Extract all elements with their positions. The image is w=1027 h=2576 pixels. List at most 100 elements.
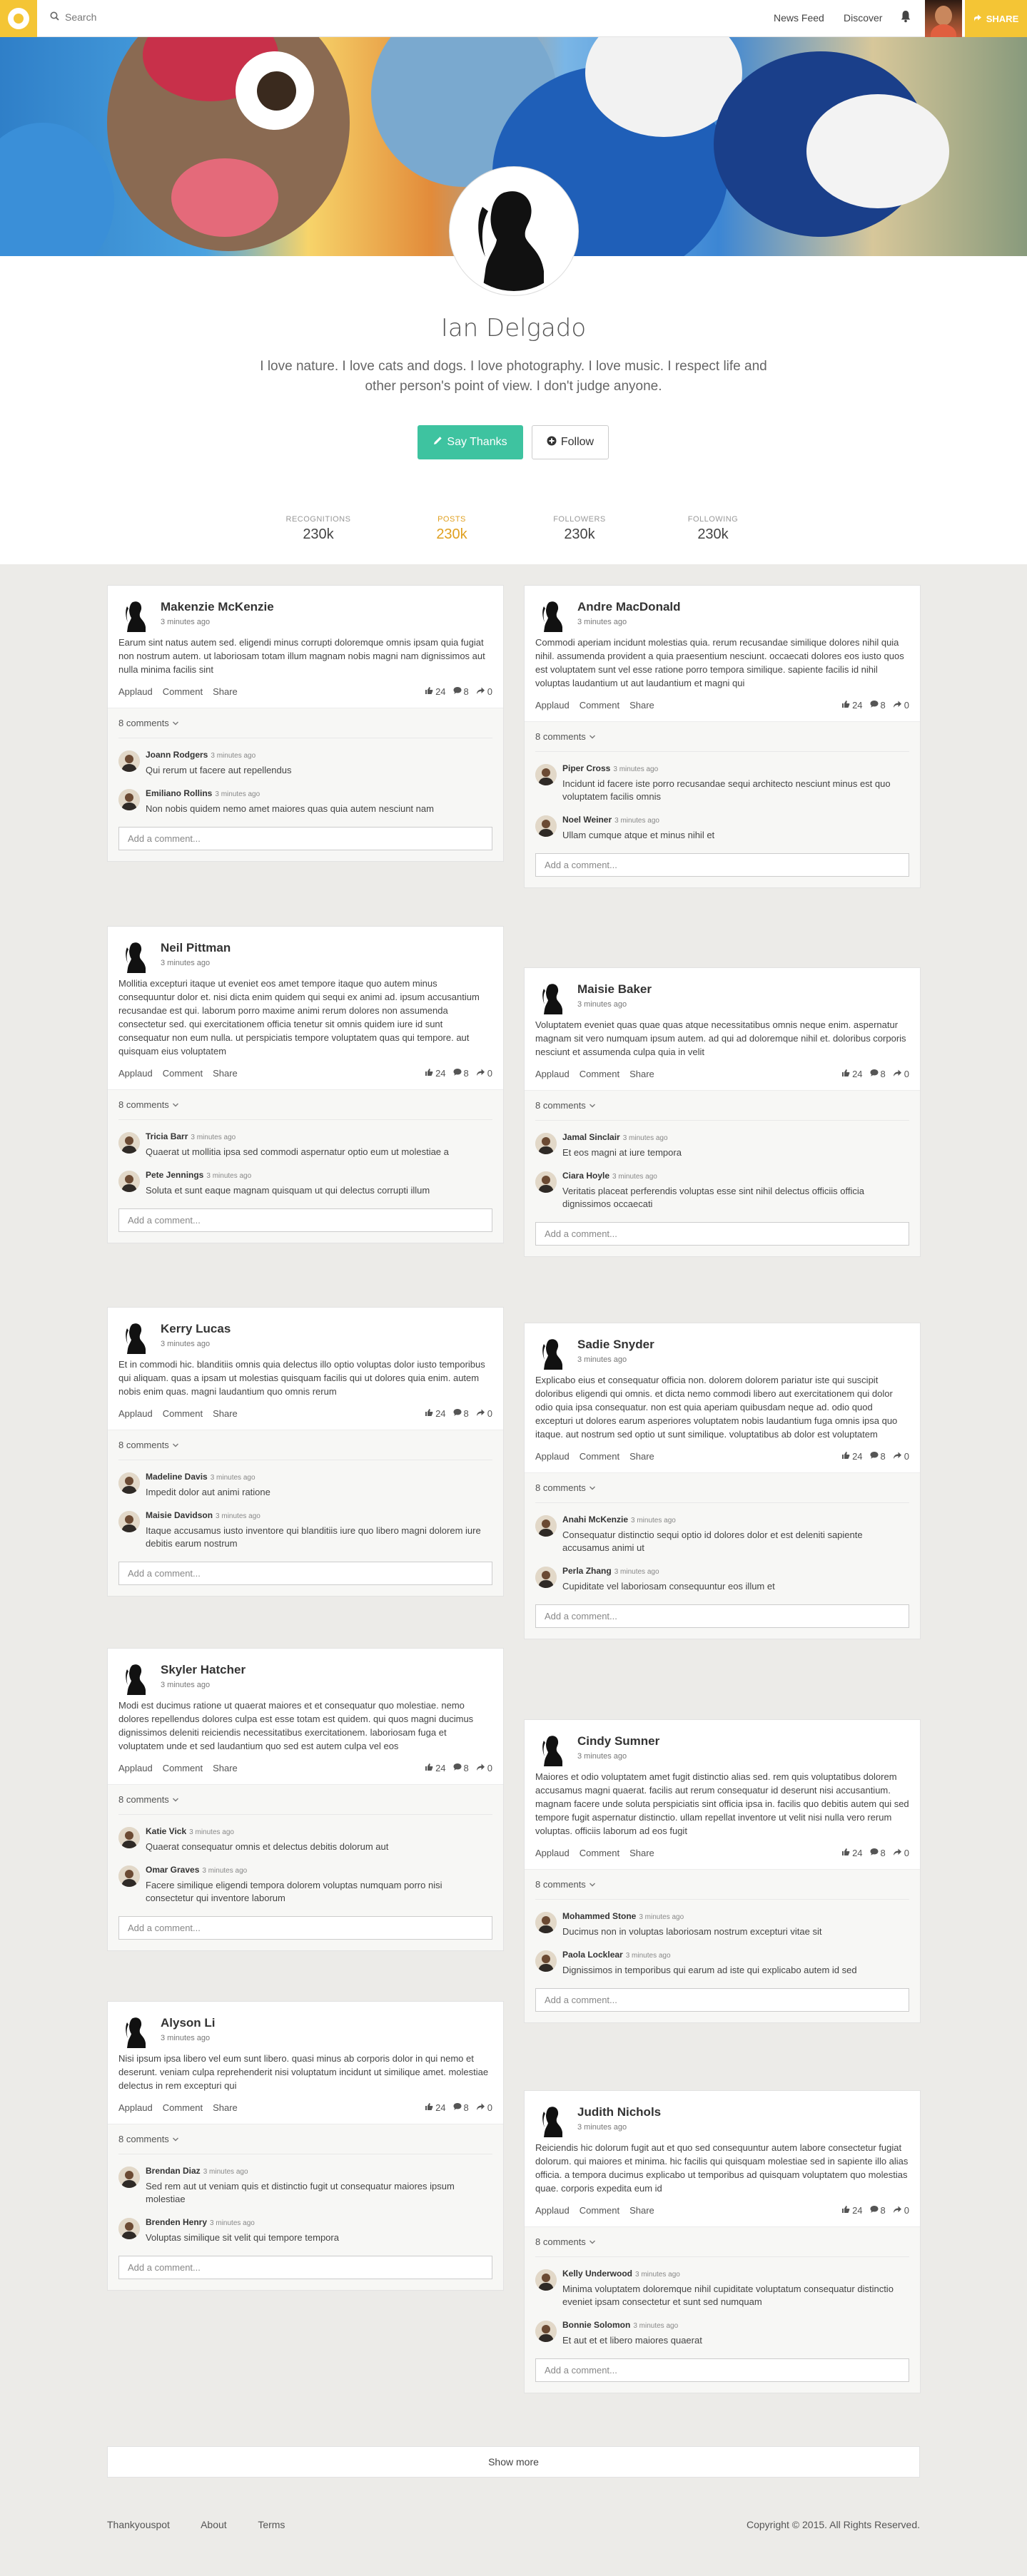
commenter-name[interactable]: Joann Rodgers <box>146 750 208 760</box>
applaud-button[interactable]: Applaud <box>535 2205 570 2216</box>
share-count-group[interactable]: 0 <box>476 1068 492 1079</box>
applaud-button[interactable]: Applaud <box>535 700 570 711</box>
comment-button[interactable]: Comment <box>163 1408 203 1419</box>
commenter-avatar[interactable] <box>535 815 557 837</box>
applaud-button[interactable]: Applaud <box>535 1848 570 1858</box>
like-count-group[interactable]: 24 <box>841 1069 863 1079</box>
stat-following[interactable]: FOLLOWING 230k <box>670 515 756 543</box>
stat-posts[interactable]: POSTS 230k <box>409 515 495 543</box>
share-post-button[interactable]: Share <box>213 686 238 697</box>
share-post-button[interactable]: Share <box>213 2102 238 2113</box>
comment-button[interactable]: Comment <box>580 700 619 711</box>
stat-followers[interactable]: FOLLOWERS 230k <box>537 515 622 543</box>
author-avatar[interactable] <box>535 979 571 1014</box>
comment-button[interactable]: Comment <box>580 2205 619 2216</box>
author-avatar[interactable] <box>118 596 154 632</box>
author-name[interactable]: Maisie Baker <box>577 982 652 997</box>
commenter-name[interactable]: Paola Locklear <box>562 1950 623 1960</box>
add-comment-input[interactable] <box>118 1208 492 1232</box>
share-button[interactable]: SHARE <box>965 0 1027 37</box>
comments-toggle[interactable]: 8 comments <box>118 2124 492 2154</box>
author-avatar[interactable] <box>118 1659 154 1695</box>
commenter-avatar[interactable] <box>535 1133 557 1154</box>
comment-button[interactable]: Comment <box>580 1069 619 1079</box>
comments-toggle[interactable]: 8 comments <box>118 1785 492 1815</box>
comments-toggle[interactable]: 8 comments <box>535 1870 909 1900</box>
author-avatar[interactable] <box>535 1731 571 1766</box>
add-comment-input[interactable] <box>118 827 492 850</box>
comments-toggle[interactable]: 8 comments <box>118 1430 492 1460</box>
share-count-group[interactable]: 0 <box>476 2102 492 2113</box>
author-name[interactable]: Neil Pittman <box>161 941 231 955</box>
applaud-button[interactable]: Applaud <box>535 1069 570 1079</box>
author-name[interactable]: Skyler Hatcher <box>161 1663 246 1677</box>
commenter-avatar[interactable] <box>535 1515 557 1537</box>
commenter-avatar[interactable] <box>535 1950 557 1972</box>
like-count-group[interactable]: 24 <box>841 2205 863 2216</box>
applaud-button[interactable]: Applaud <box>535 1451 570 1462</box>
comment-button[interactable]: Comment <box>580 1848 619 1858</box>
commenter-avatar[interactable] <box>118 789 140 810</box>
commenter-name[interactable]: Katie Vick <box>146 1826 186 1836</box>
commenter-avatar[interactable] <box>118 1865 140 1887</box>
commenter-avatar[interactable] <box>118 2218 140 2239</box>
author-name[interactable]: Judith Nichols <box>577 2105 661 2119</box>
author-name[interactable]: Kerry Lucas <box>161 1322 231 1336</box>
add-comment-input[interactable] <box>535 1988 909 2012</box>
comments-toggle[interactable]: 8 comments <box>535 1473 909 1503</box>
share-post-button[interactable]: Share <box>213 1408 238 1419</box>
comment-button[interactable]: Comment <box>163 1763 203 1773</box>
comment-count-group[interactable]: 8 <box>453 1763 469 1773</box>
author-name[interactable]: Sadie Snyder <box>577 1338 654 1352</box>
commenter-avatar[interactable] <box>118 1132 140 1154</box>
share-post-button[interactable]: Share <box>629 700 654 711</box>
author-avatar[interactable] <box>535 1334 571 1370</box>
app-logo[interactable] <box>0 0 37 37</box>
share-count-group[interactable]: 0 <box>893 1848 909 1858</box>
author-avatar[interactable] <box>118 1318 154 1354</box>
share-count-group[interactable]: 0 <box>893 2205 909 2216</box>
share-count-group[interactable]: 0 <box>893 700 909 711</box>
add-comment-input[interactable] <box>118 2256 492 2279</box>
commenter-name[interactable]: Tricia Barr <box>146 1131 188 1141</box>
like-count-group[interactable]: 24 <box>841 700 863 711</box>
commenter-name[interactable]: Emiliano Rollins <box>146 788 212 798</box>
search-input[interactable] <box>65 11 350 23</box>
author-avatar[interactable] <box>535 2102 571 2137</box>
say-thanks-button[interactable]: Say Thanks <box>418 425 523 459</box>
commenter-name[interactable]: Pete Jennings <box>146 1170 203 1180</box>
author-name[interactable]: Alyson Li <box>161 2016 216 2030</box>
commenter-name[interactable]: Bonnie Solomon <box>562 2320 630 2330</box>
stat-recognitions[interactable]: RECOGNITIONS 230k <box>275 515 361 543</box>
comment-button[interactable]: Comment <box>163 2102 203 2113</box>
comments-toggle[interactable]: 8 comments <box>535 722 909 752</box>
add-comment-input[interactable] <box>535 2358 909 2382</box>
like-count-group[interactable]: 24 <box>841 1451 863 1462</box>
comment-count-group[interactable]: 8 <box>453 2102 469 2113</box>
footer-link-thankyouspot[interactable]: Thankyouspot <box>107 2519 170 2530</box>
commenter-name[interactable]: Ciara Hoyle <box>562 1171 609 1181</box>
comment-button[interactable]: Comment <box>163 1068 203 1079</box>
author-name[interactable]: Cindy Sumner <box>577 1734 659 1748</box>
applaud-button[interactable]: Applaud <box>118 1068 153 1079</box>
commenter-avatar[interactable] <box>535 2321 557 2342</box>
commenter-avatar[interactable] <box>118 1171 140 1192</box>
user-avatar[interactable] <box>925 0 962 37</box>
commenter-name[interactable]: Omar Graves <box>146 1865 199 1875</box>
commenter-name[interactable]: Madeline Davis <box>146 1472 208 1482</box>
like-count-group[interactable]: 24 <box>425 2102 446 2113</box>
add-comment-input[interactable] <box>118 1562 492 1585</box>
commenter-avatar[interactable] <box>118 1511 140 1532</box>
share-count-group[interactable]: 0 <box>893 1069 909 1079</box>
comments-toggle[interactable]: 8 comments <box>118 1090 492 1120</box>
commenter-name[interactable]: Brendan Diaz <box>146 2166 201 2176</box>
comment-count-group[interactable]: 8 <box>870 1451 886 1462</box>
commenter-avatar[interactable] <box>535 1171 557 1193</box>
commenter-avatar[interactable] <box>535 1567 557 1588</box>
share-post-button[interactable]: Share <box>629 1848 654 1858</box>
footer-link-terms[interactable]: Terms <box>258 2519 285 2530</box>
comment-button[interactable]: Comment <box>163 686 203 697</box>
commenter-name[interactable]: Noel Weiner <box>562 815 612 825</box>
comment-count-group[interactable]: 8 <box>453 1068 469 1079</box>
footer-link-about[interactable]: About <box>201 2519 227 2530</box>
